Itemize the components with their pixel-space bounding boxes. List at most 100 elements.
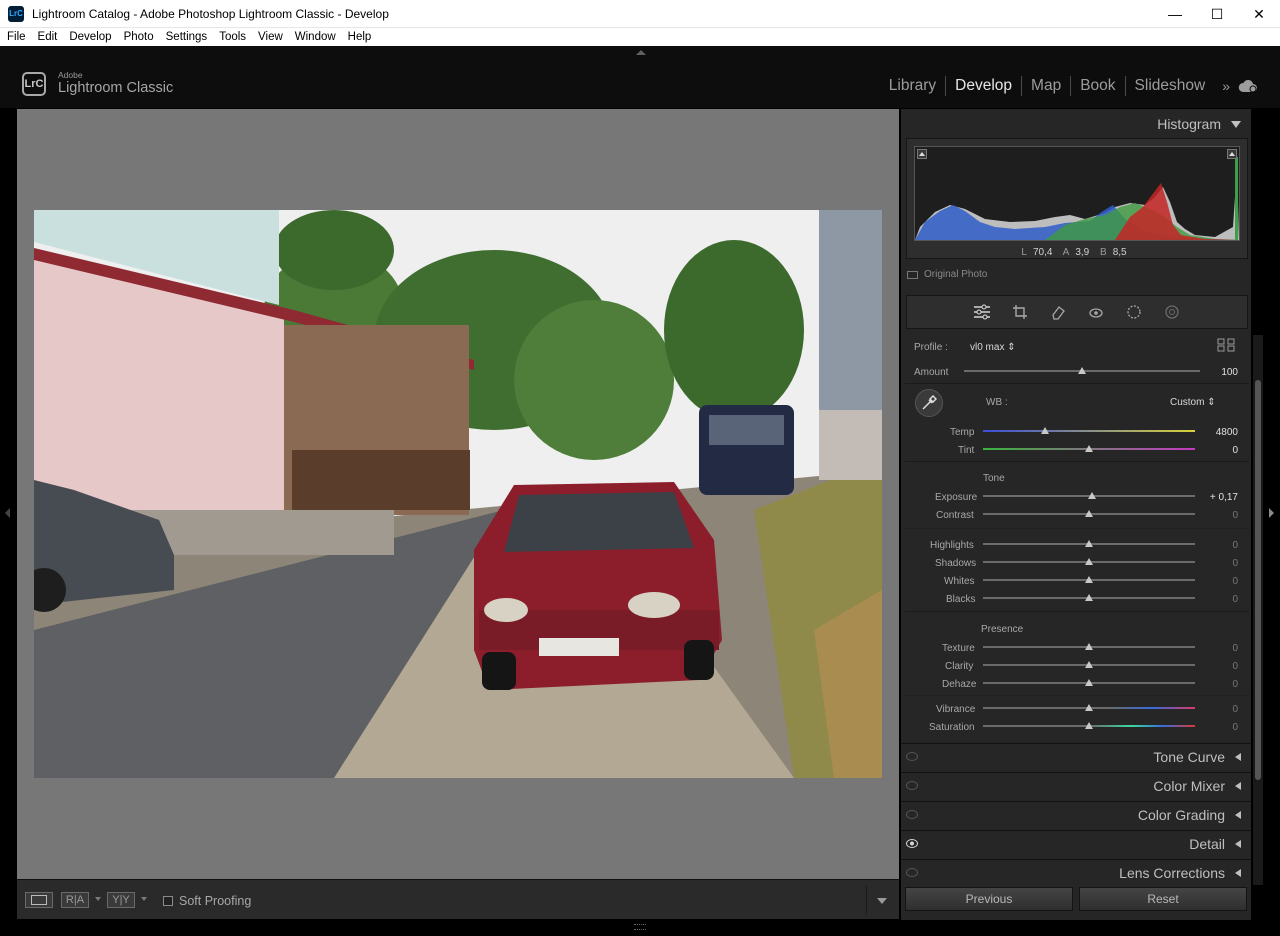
minimize-button[interactable]: — xyxy=(1154,0,1196,28)
menu-settings[interactable]: Settings xyxy=(160,31,214,43)
histogram-graph[interactable] xyxy=(914,146,1240,241)
texture-slider[interactable] xyxy=(983,640,1195,654)
scrollbar-thumb[interactable] xyxy=(1255,380,1261,780)
tone-curve-panel[interactable]: Tone Curve xyxy=(901,743,1251,770)
visibility-eye-icon[interactable] xyxy=(906,781,918,790)
top-panel-toggle-icon[interactable] xyxy=(636,50,646,55)
module-book[interactable]: Book xyxy=(1071,76,1126,96)
amount-slider[interactable] xyxy=(964,364,1200,378)
whites-value[interactable]: 0 xyxy=(1232,576,1238,587)
clarity-value[interactable]: 0 xyxy=(1232,661,1238,672)
color-grading-panel[interactable]: Color Grading xyxy=(901,801,1251,828)
histogram-header[interactable]: Histogram xyxy=(901,111,1251,137)
lab-b-value: 8,5 xyxy=(1112,247,1127,258)
previous-button[interactable]: Previous xyxy=(905,887,1073,911)
shadows-slider[interactable] xyxy=(983,555,1195,569)
visibility-eye-icon[interactable] xyxy=(906,839,918,848)
menu-photo[interactable]: Photo xyxy=(118,31,160,43)
menu-develop[interactable]: Develop xyxy=(63,31,117,43)
window-title: Lightroom Catalog - Adobe Photoshop Ligh… xyxy=(32,6,389,21)
saturation-value[interactable]: 0 xyxy=(1232,722,1238,733)
highlight-clipping-icon[interactable] xyxy=(1227,149,1237,159)
wb-dropdown[interactable]: Custom ⇕ xyxy=(1170,397,1216,408)
cloud-sync-icon[interactable] xyxy=(1238,79,1258,93)
module-slideshow[interactable]: Slideshow xyxy=(1126,76,1215,96)
menu-window[interactable]: Window xyxy=(289,31,342,43)
saturation-slider[interactable] xyxy=(983,719,1195,733)
amount-value[interactable]: 100 xyxy=(1221,367,1238,378)
filmstrip-toggle-icon[interactable] xyxy=(634,924,646,930)
wb-label: WB : xyxy=(986,397,1008,408)
tint-slider[interactable] xyxy=(983,442,1195,456)
menu-help[interactable]: Help xyxy=(342,31,378,43)
contrast-value[interactable]: 0 xyxy=(1232,510,1238,521)
tone-title: Tone xyxy=(983,473,1005,484)
before-after-yy-button[interactable]: Y|Y xyxy=(107,892,135,908)
vibrance-slider[interactable] xyxy=(983,701,1195,715)
shadow-clipping-icon[interactable] xyxy=(917,149,927,159)
vibrance-value[interactable]: 0 xyxy=(1232,704,1238,715)
crop-icon[interactable] xyxy=(1010,302,1030,322)
toolbar-content-dropdown-icon[interactable] xyxy=(877,898,887,904)
collapse-icon xyxy=(1231,120,1241,128)
highlights-slider[interactable] xyxy=(983,537,1195,551)
visibility-eye-icon[interactable] xyxy=(906,752,918,761)
soft-proofing-checkbox[interactable] xyxy=(163,896,173,906)
highlights-value[interactable]: 0 xyxy=(1232,540,1238,551)
texture-value[interactable]: 0 xyxy=(1232,643,1238,654)
reset-button[interactable]: Reset xyxy=(1079,887,1247,911)
wb-eyedropper-icon[interactable] xyxy=(915,389,943,417)
edit-sliders-icon[interactable] xyxy=(972,302,992,322)
healing-eraser-icon[interactable] xyxy=(1048,302,1068,322)
menu-file[interactable]: File xyxy=(0,31,32,43)
tool-strip xyxy=(906,295,1248,329)
separator xyxy=(905,383,1249,384)
maximize-button[interactable]: ☐ xyxy=(1196,0,1238,28)
module-develop[interactable]: Develop xyxy=(946,76,1023,96)
masking-icon[interactable] xyxy=(1124,302,1144,322)
highlights-label: Highlights xyxy=(930,540,974,551)
photo-image[interactable] xyxy=(34,210,882,778)
temp-slider[interactable] xyxy=(983,424,1195,438)
more-modules-icon[interactable]: » xyxy=(1214,78,1238,94)
original-photo-checkbox[interactable] xyxy=(907,270,918,279)
presets-icon[interactable] xyxy=(1162,302,1182,322)
temp-value[interactable]: 4800 xyxy=(1216,427,1238,438)
left-panel-toggle-icon[interactable] xyxy=(5,508,10,518)
profile-dropdown[interactable]: vl0 max ⇕ xyxy=(970,342,1016,353)
right-panel-toggle-icon[interactable] xyxy=(1269,508,1274,518)
histogram-title: Histogram xyxy=(1157,116,1221,132)
contrast-slider[interactable] xyxy=(983,507,1195,521)
module-library[interactable]: Library xyxy=(880,76,947,96)
tint-value[interactable]: 0 xyxy=(1232,445,1238,456)
close-button[interactable]: ✕ xyxy=(1238,0,1280,28)
blacks-label: Blacks xyxy=(946,594,976,605)
clarity-slider[interactable] xyxy=(983,658,1195,672)
before-after-ra-button[interactable]: R|A xyxy=(61,892,89,908)
profile-browser-icon[interactable] xyxy=(1217,338,1235,352)
menu-view[interactable]: View xyxy=(252,31,289,43)
dehaze-value[interactable]: 0 xyxy=(1232,679,1238,690)
lens-corrections-panel[interactable]: Lens Corrections xyxy=(901,859,1251,886)
loupe-view-button[interactable] xyxy=(25,892,53,908)
red-eye-icon[interactable] xyxy=(1086,302,1106,322)
dehaze-slider[interactable] xyxy=(983,676,1195,690)
module-map[interactable]: Map xyxy=(1022,76,1072,96)
exposure-slider[interactable] xyxy=(983,489,1195,503)
lab-a-value: 3,9 xyxy=(1075,247,1090,258)
menu-edit[interactable]: Edit xyxy=(32,31,64,43)
blacks-value[interactable]: 0 xyxy=(1232,594,1238,605)
blacks-slider[interactable] xyxy=(983,591,1195,605)
detail-panel[interactable]: Detail xyxy=(901,830,1251,857)
exposure-value[interactable]: + 0,17 xyxy=(1210,492,1238,503)
visibility-eye-icon[interactable] xyxy=(906,868,918,877)
whites-slider[interactable] xyxy=(983,573,1195,587)
yy-dropdown-icon[interactable] xyxy=(141,897,147,901)
shadows-value[interactable]: 0 xyxy=(1232,558,1238,569)
original-photo-toggle[interactable]: Original Photo xyxy=(907,269,987,280)
photo-canvas[interactable] xyxy=(17,109,899,879)
ra-dropdown-icon[interactable] xyxy=(95,897,101,901)
visibility-eye-icon[interactable] xyxy=(906,810,918,819)
color-mixer-panel[interactable]: Color Mixer xyxy=(901,772,1251,799)
menu-tools[interactable]: Tools xyxy=(213,31,252,43)
